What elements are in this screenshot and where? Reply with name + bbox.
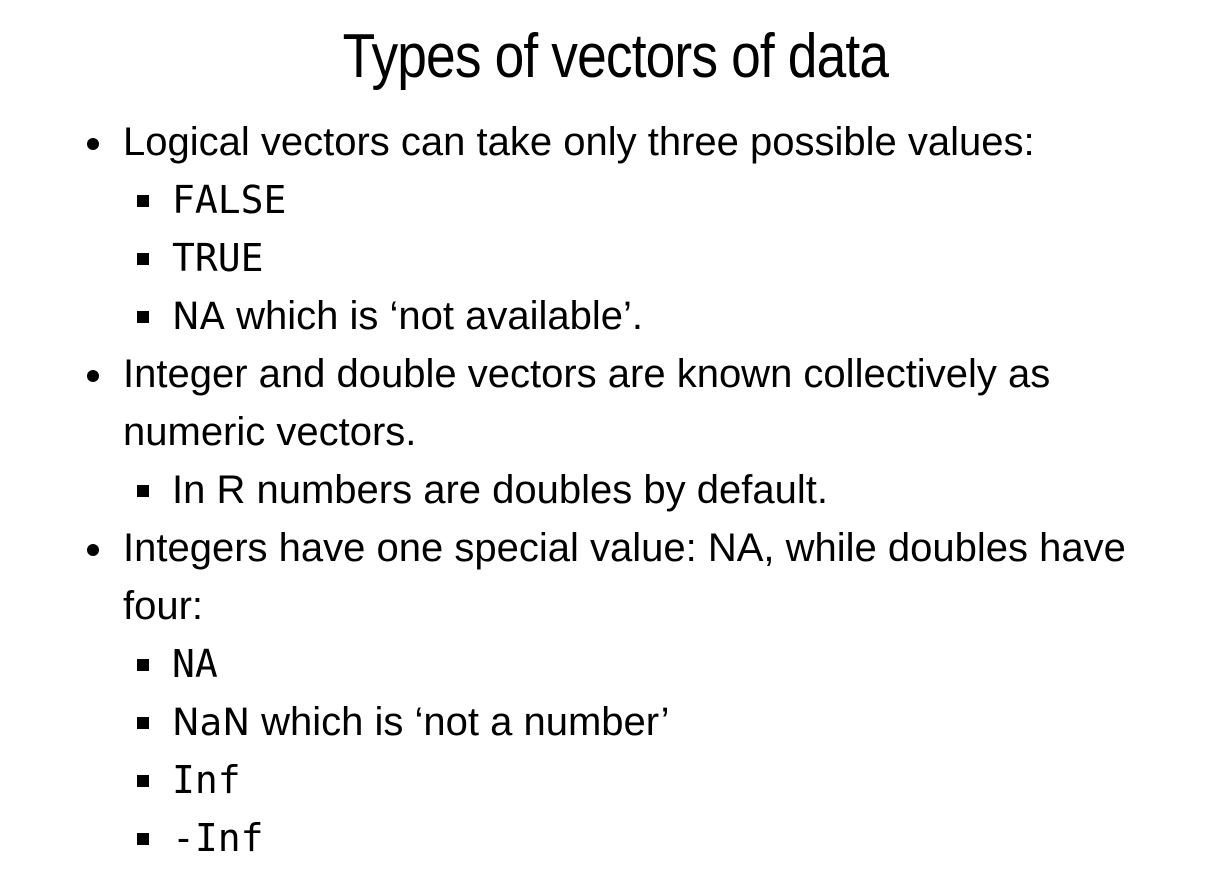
code-na-double: NA	[172, 642, 218, 686]
slide-title: Types of vectors of data	[342, 22, 889, 91]
sub-item-na: NA which is ‘not available’.	[172, 287, 643, 345]
bullet-text-special-line1: Integers have one special value: NA, whi…	[123, 526, 1126, 570]
square-bullet-icon	[137, 659, 149, 671]
square-bullet-icon	[137, 485, 149, 497]
square-bullet-icon	[137, 775, 149, 787]
sub-item-nan: NaN which is ‘not a number’	[172, 693, 669, 751]
square-bullet-icon	[137, 717, 149, 729]
slide: Types of vectors of data Logical vectors…	[0, 0, 1215, 880]
code-true: TRUE	[172, 236, 264, 280]
sub-item-true: TRUE	[172, 229, 264, 287]
code-neg-inf: -Inf	[172, 816, 264, 860]
sub-item-nan-text: which is ‘not a number’	[250, 700, 670, 744]
sub-item-neg-inf: -Inf	[172, 809, 264, 867]
sub-item-false: FALSE	[172, 171, 286, 229]
square-bullet-icon	[137, 311, 149, 323]
bullet-text-logical: Logical vectors can take only three poss…	[123, 120, 1035, 164]
code-false: FALSE	[172, 178, 287, 222]
code-na: NA	[172, 295, 225, 338]
sub-item-na-double: NA	[172, 635, 218, 693]
bullet-text-numeric-line2: numeric vectors.	[123, 410, 417, 454]
bullet-text-numeric-line1: Integer and double vectors are known col…	[123, 352, 1051, 396]
square-bullet-icon	[137, 195, 149, 207]
bullet-dot-icon	[87, 138, 99, 150]
sub-item-doubles-default: In R numbers are doubles by default.	[172, 468, 828, 512]
square-bullet-icon	[137, 833, 149, 845]
code-nan: NaN	[172, 701, 251, 744]
sub-item-na-text: which is ‘not available’.	[225, 294, 643, 338]
bullet-dot-icon	[87, 370, 99, 382]
code-inf: Inf	[172, 758, 241, 802]
sub-item-inf: Inf	[172, 751, 241, 809]
bullet-dot-icon	[87, 544, 99, 556]
bullet-text-special-line2: four:	[123, 584, 204, 628]
square-bullet-icon	[137, 253, 149, 265]
